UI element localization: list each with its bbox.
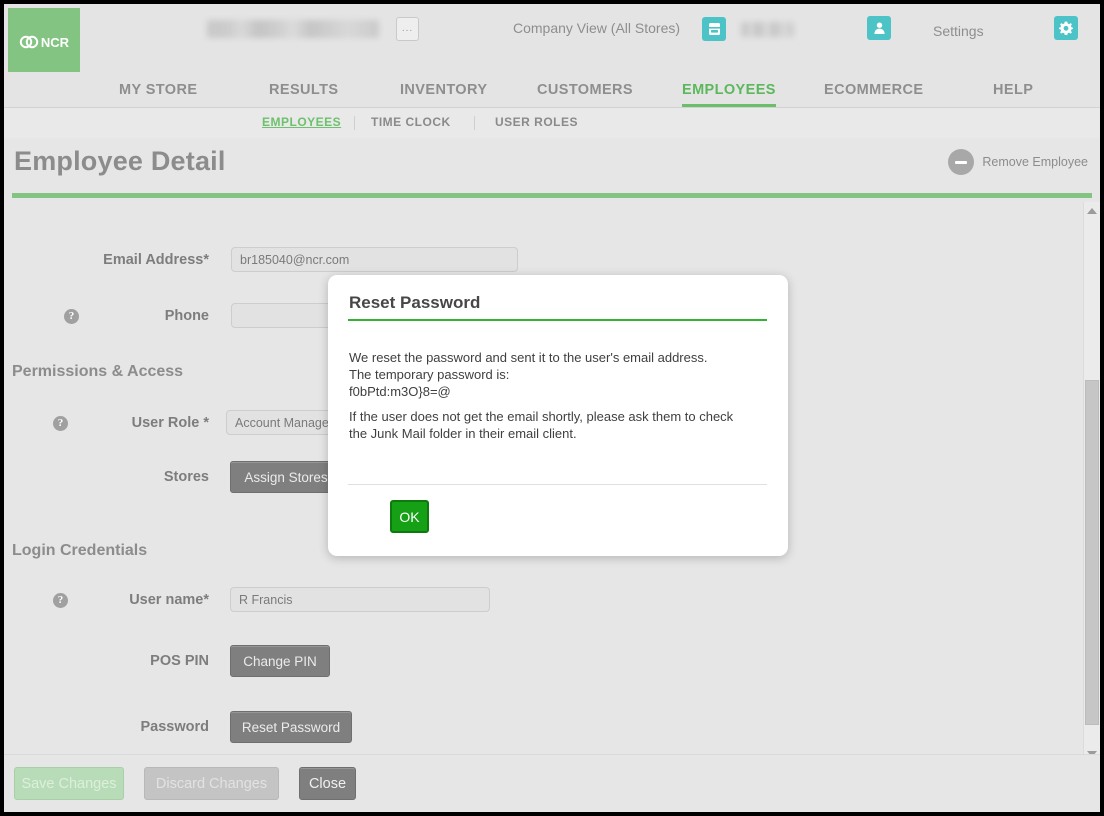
dialog-message-secondary: If the user does not get the email short… bbox=[349, 409, 734, 441]
subnav-divider bbox=[354, 116, 355, 130]
minus-circle-icon bbox=[948, 149, 975, 175]
settings-label: Settings bbox=[933, 23, 984, 39]
save-changes-button[interactable]: Save Changes bbox=[14, 767, 124, 800]
reset-password-button[interactable]: Reset Password bbox=[230, 711, 352, 743]
vertical-scrollbar[interactable] bbox=[1083, 202, 1100, 762]
close-button[interactable]: Close bbox=[299, 767, 356, 800]
user-role-label: User Role * bbox=[131, 415, 209, 431]
dialog-footer-divider bbox=[348, 484, 767, 485]
phone-help-icon[interactable]: ? bbox=[64, 309, 79, 324]
store-name-redacted bbox=[207, 20, 379, 38]
ncr-logo-text: NCR bbox=[40, 34, 70, 50]
top-header: NCR ... Company View (All Stores) Settin… bbox=[4, 4, 1100, 76]
email-field[interactable]: br185040@ncr.com bbox=[231, 247, 518, 272]
gear-glyph bbox=[1059, 21, 1073, 35]
username-help-icon[interactable]: ? bbox=[53, 593, 68, 608]
assign-stores-button[interactable]: Assign Stores bbox=[230, 461, 342, 493]
scrollbar-thumb[interactable] bbox=[1085, 380, 1099, 725]
company-view-label: Company View (All Stores) bbox=[513, 20, 681, 36]
account-icon[interactable] bbox=[867, 16, 891, 40]
title-underline bbox=[12, 193, 1092, 198]
discard-changes-button[interactable]: Discard Changes bbox=[144, 767, 279, 800]
pos-pin-label: POS PIN bbox=[150, 653, 209, 669]
phone-label: Phone bbox=[164, 308, 209, 324]
nav-item-my-store[interactable]: MY STORE bbox=[119, 82, 197, 107]
username-field[interactable]: R Francis bbox=[230, 587, 490, 612]
remove-employee-button[interactable]: Remove Employee bbox=[948, 149, 1088, 175]
dialog-title: Reset Password bbox=[349, 293, 481, 312]
dialog-title-underline bbox=[348, 319, 767, 321]
reset-password-dialog: Reset Password We reset the password and… bbox=[328, 275, 788, 556]
application-window: NCR ... Company View (All Stores) Settin… bbox=[4, 4, 1100, 812]
subnav-divider bbox=[474, 116, 475, 130]
change-pin-button[interactable]: Change PIN bbox=[230, 645, 330, 677]
nav-item-help[interactable]: HELP bbox=[993, 82, 1033, 107]
dialog-ok-button[interactable]: OK bbox=[390, 500, 429, 533]
ncr-rings-icon bbox=[19, 35, 39, 49]
scroll-up-arrow-icon[interactable] bbox=[1084, 202, 1100, 219]
user-role-help-icon[interactable]: ? bbox=[53, 416, 68, 431]
email-label: Email Address* bbox=[103, 252, 209, 268]
subnav-item-time-clock[interactable]: TIME CLOCK bbox=[371, 115, 451, 129]
gear-icon[interactable] bbox=[1054, 16, 1078, 40]
nav-item-results[interactable]: RESULTS bbox=[269, 82, 338, 107]
ncr-logo[interactable]: NCR bbox=[8, 8, 80, 76]
nav-item-employees[interactable]: EMPLOYEES bbox=[682, 82, 776, 107]
password-label: Password bbox=[140, 719, 210, 735]
remove-employee-label: Remove Employee bbox=[982, 155, 1088, 169]
store-picker-button[interactable]: ... bbox=[396, 17, 419, 41]
footer-toolbar: Save Changes Discard Changes Close bbox=[4, 754, 1100, 812]
permissions-section-heading: Permissions & Access bbox=[12, 363, 184, 380]
store-glyph bbox=[708, 23, 720, 35]
nav-item-ecommerce[interactable]: ECOMMERCE bbox=[824, 82, 923, 107]
dialog-message-primary: We reset the password and sent it to the… bbox=[349, 350, 708, 399]
stores-label: Stores bbox=[163, 469, 209, 485]
main-navigation: MY STORE RESULTS INVENTORY CUSTOMERS EMP… bbox=[4, 72, 1100, 108]
sub-navigation: EMPLOYEES TIME CLOCK USER ROLES bbox=[4, 108, 1100, 138]
page-title: Employee Detail bbox=[14, 146, 226, 176]
subnav-item-user-roles[interactable]: USER ROLES bbox=[495, 115, 578, 129]
store-view-icon[interactable] bbox=[702, 17, 726, 41]
subnav-item-employees[interactable]: EMPLOYEES bbox=[262, 115, 341, 129]
person-glyph bbox=[873, 22, 885, 34]
user-name-redacted bbox=[741, 22, 794, 37]
username-label: User name* bbox=[129, 592, 209, 608]
login-section-heading: Login Credentials bbox=[12, 542, 148, 559]
nav-item-customers[interactable]: CUSTOMERS bbox=[537, 82, 633, 107]
nav-item-inventory[interactable]: INVENTORY bbox=[400, 82, 487, 107]
